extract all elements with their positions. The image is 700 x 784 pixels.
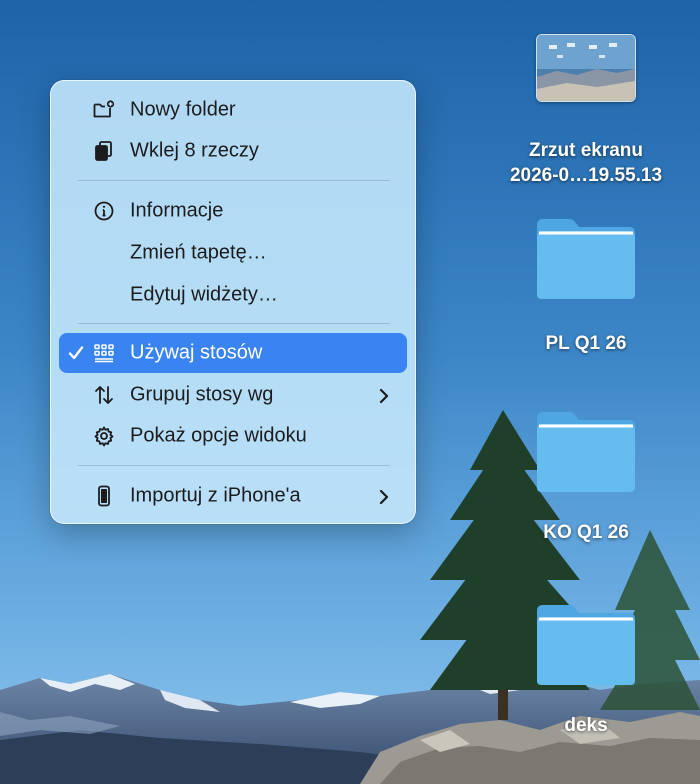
menu-item-label: Zmień tapetę… — [130, 241, 267, 264]
menu-item-info[interactable]: Informacje — [59, 191, 407, 231]
info-icon — [92, 199, 116, 223]
checkmark-icon — [67, 344, 85, 362]
desktop-folder[interactable]: KO Q1 26 — [486, 410, 686, 545]
chevron-right-icon — [377, 488, 391, 505]
menu-separator — [78, 465, 390, 466]
menu-separator — [78, 180, 390, 181]
menu-item-paste[interactable]: Wklej 8 rzeczy — [59, 131, 407, 171]
menu-item-show-view-options[interactable]: Pokaż opcje widoku — [59, 416, 407, 456]
desktop-context-menu: Nowy folder Wklej 8 rzeczy Informacje Zm… — [50, 80, 416, 524]
menu-item-label: Informacje — [130, 199, 224, 222]
menu-item-change-wallpaper[interactable]: Zmień tapetę… — [59, 233, 407, 273]
folder-icon — [535, 603, 637, 687]
paste-icon — [92, 139, 116, 163]
folder-icon — [535, 217, 637, 301]
desktop-folder[interactable]: deks — [486, 603, 686, 738]
desktop-item-label: deks — [564, 715, 608, 736]
desktop-item-label: PL Q1 26 — [545, 333, 627, 354]
iphone-icon — [92, 484, 116, 508]
folder-icon — [535, 410, 637, 494]
menu-item-new-folder[interactable]: Nowy folder — [59, 90, 407, 130]
gear-icon — [92, 424, 116, 448]
new-folder-icon — [92, 98, 116, 122]
screenshot-thumbnail — [536, 34, 636, 102]
menu-item-label: Grupuj stosy wg — [130, 383, 274, 406]
chevron-right-icon — [377, 387, 391, 404]
menu-item-import-iphone[interactable]: Importuj z iPhone'a — [59, 476, 407, 516]
menu-item-label: Wklej 8 rzeczy — [130, 139, 259, 162]
menu-item-label: Używaj stosów — [130, 341, 263, 364]
menu-item-label: Pokaż opcje widoku — [130, 424, 307, 447]
desktop-folder[interactable]: PL Q1 26 — [486, 217, 686, 356]
menu-separator — [78, 323, 390, 324]
menu-item-label: Edytuj widżety… — [130, 283, 278, 306]
menu-item-use-stacks[interactable]: Używaj stosów — [59, 333, 407, 373]
menu-item-edit-widgets[interactable]: Edytuj widżety… — [59, 275, 407, 315]
desktop-item-label: Zrzut ekranu — [528, 140, 644, 161]
desktop-item-label: KO Q1 26 — [543, 522, 629, 543]
menu-item-label: Nowy folder — [130, 98, 236, 121]
sort-arrows-icon — [92, 383, 116, 407]
stacks-icon — [92, 341, 116, 365]
desktop-item-screenshot[interactable]: Zrzut ekranu 2026-0…19.55.13 — [476, 34, 696, 188]
menu-item-group-stacks[interactable]: Grupuj stosy wg — [59, 375, 407, 415]
menu-item-label: Importuj z iPhone'a — [130, 484, 301, 507]
desktop-item-label: 2026-0…19.55.13 — [509, 165, 663, 186]
